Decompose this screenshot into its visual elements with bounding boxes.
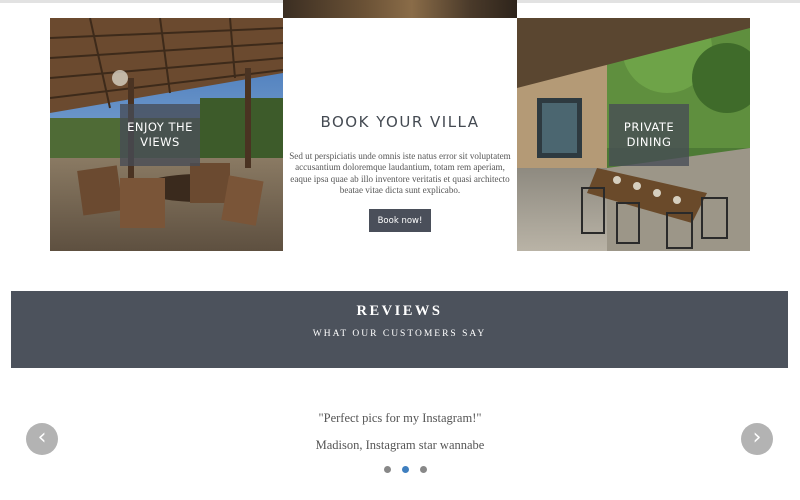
book-villa-title: BOOK YOUR VILLA (320, 113, 480, 131)
dining-photo[interactable]: PRIVATE DINING (517, 18, 750, 251)
enjoy-the-views-label: ENJOY THE VIEWS (120, 104, 200, 166)
carousel-dot[interactable] (384, 466, 391, 473)
reviews-banner: REVIEWS WHAT OUR CUSTOMERS SAY (11, 291, 788, 368)
book-now-button[interactable]: Book now! (369, 209, 431, 232)
testimonial-author: Madison, Instagram star wannabe (315, 438, 485, 452)
top-photo-strip (283, 0, 517, 18)
carousel-indicators (0, 466, 800, 475)
carousel-dot[interactable] (420, 466, 427, 473)
carousel-dot[interactable] (402, 466, 409, 473)
views-photo[interactable]: ENJOY THE VIEWS (50, 18, 283, 251)
private-dining-label: PRIVATE DINING (609, 104, 689, 166)
testimonial-quote: "Perfect pics for my Instagram!" (318, 411, 482, 425)
book-villa-description: Sed ut perspiciatis unde omnis iste natu… (289, 151, 511, 196)
book-villa-panel: BOOK YOUR VILLA Sed ut perspiciatis unde… (283, 18, 517, 251)
next-slide-button[interactable]: › (741, 423, 773, 455)
chevron-right-icon: › (752, 424, 762, 450)
reviews-subtitle: WHAT OUR CUSTOMERS SAY (312, 329, 487, 339)
reviews-title: REVIEWS (356, 303, 443, 319)
